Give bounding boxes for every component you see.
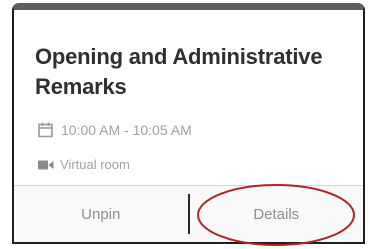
details-button[interactable]: Details xyxy=(190,186,364,242)
session-location: Virtual room xyxy=(60,157,130,172)
session-time-row: 10:00 AM - 10:05 AM xyxy=(38,122,192,138)
session-location-row: Virtual room xyxy=(38,157,130,172)
session-time: 10:00 AM - 10:05 AM xyxy=(61,122,192,138)
session-title: Opening and Administrative Remarks xyxy=(35,44,323,99)
calendar-icon xyxy=(38,122,53,138)
card-actions: Unpin Details xyxy=(14,185,363,242)
unpin-button[interactable]: Unpin xyxy=(14,186,188,242)
video-camera-icon xyxy=(38,159,54,171)
session-card: Opening and Administrative Remarks 10:00… xyxy=(12,3,365,244)
